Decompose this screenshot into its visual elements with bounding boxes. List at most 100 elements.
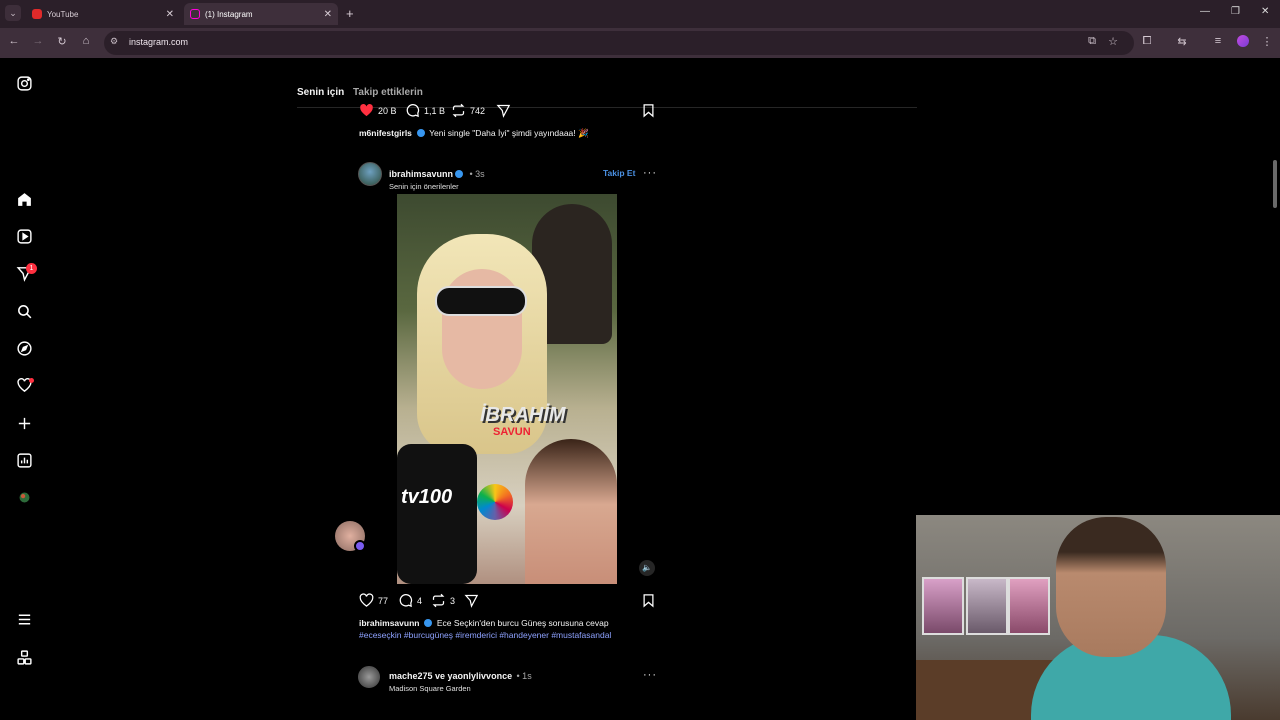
save-button[interactable] [641,593,660,608]
more-menu-icon[interactable] [15,610,33,628]
comment-button[interactable]: 1,1 B [405,103,445,118]
bookmark-star-icon[interactable]: ☆ [1105,35,1121,48]
address-bar[interactable]: ⚙ instagram.com [104,31,1134,55]
bookmark-icon [643,104,654,118]
reels-icon[interactable] [15,227,33,245]
menu-kebab-icon[interactable]: ⋮ [1259,35,1275,48]
more-options-icon[interactable]: ··· [643,167,657,179]
share-icon [464,594,479,608]
close-window-button[interactable]: ✕ [1261,6,1269,17]
post-time: • 3s [469,169,485,179]
streamer-head [1056,517,1166,657]
like-button[interactable]: 77 [359,593,388,608]
post-hashtags[interactable]: #eceseçkin #burcugüneş #iremderici #hand… [359,630,611,640]
tab-title: (1) Instagram [205,9,253,19]
comment-icon [406,104,420,118]
story-pin-icon [354,540,366,552]
comment-button[interactable]: 4 [398,593,422,608]
browser-toolbar: ← → ↻ ⌂ ⚙ instagram.com ⧉ ☆ ⧠ ⇆ ≡ ⋮ [0,28,1280,58]
search-icon[interactable] [15,302,33,320]
media-controls-icon[interactable]: ≡ [1210,35,1226,47]
video-microphone [397,444,477,584]
mute-toggle-icon[interactable]: 🔈 [639,560,655,576]
forward-button[interactable]: → [30,35,46,47]
profile-avatar[interactable] [1237,35,1249,47]
like-button[interactable]: 20 B [359,103,397,118]
reload-button[interactable]: ↻ [54,35,70,48]
scrollbar-thumb[interactable] [1273,160,1277,208]
like-count: 77 [378,595,389,606]
repost-button[interactable]: 742 [451,103,485,118]
close-icon[interactable]: ✕ [166,9,174,20]
back-button[interactable]: ← [6,35,22,47]
url-text: instagram.com [129,37,189,47]
tab-title: YouTube [47,9,79,19]
create-plus-icon[interactable] [15,414,33,432]
instagram-logo-icon[interactable] [15,74,33,92]
share-button[interactable] [496,103,515,118]
reel-video[interactable]: İBRAHİM SAVUN tv100 [397,194,617,584]
translate-icon[interactable]: ⇆ [1174,35,1190,48]
save-button[interactable] [641,103,660,118]
repost-button[interactable]: 3 [431,593,455,608]
verified-badge-icon [416,129,425,137]
repost-count: 3 [450,595,456,606]
restore-button[interactable]: ❐ [1231,6,1240,17]
post-caption: ibrahimsavunn Ece Seçkin'den burcu Güneş… [359,618,609,628]
tab-instagram[interactable]: (1) Instagram ✕ [184,3,338,25]
video-subject-sunglasses [435,286,527,316]
home-button[interactable]: ⌂ [78,35,94,47]
share-icon [496,104,511,118]
tab-following[interactable]: Takip ettiklerin [353,87,423,98]
close-icon[interactable]: ✕ [324,9,332,20]
new-tab-button[interactable]: + [346,6,354,21]
post-author-avatar[interactable] [358,162,382,186]
bookmark-icon [643,594,654,608]
tab-search-button[interactable]: ⌄ [5,5,21,21]
next-post-time: • 1s [516,671,532,681]
caption-text: Yeni single "Daha İyi" şimdi yayındaaa! … [429,128,589,138]
post-media[interactable]: İBRAHİM SAVUN tv100 🔈 [352,194,663,584]
video-inset-portrait [525,439,617,584]
youtube-icon [32,9,42,19]
next-post-avatar[interactable] [358,666,380,688]
caption-username[interactable]: m6nifestgirls [359,128,412,138]
activity-dot [29,378,34,383]
instagram-sidebar: 1 [0,58,60,688]
install-app-icon[interactable]: ⧉ [1084,35,1100,48]
share-button[interactable] [464,593,483,608]
tv100-logo: tv100 [401,486,453,508]
explore-compass-icon[interactable] [15,339,33,357]
tab-for-you[interactable]: Senin için [297,87,344,98]
browser-tab-bar: ⌄ YouTube ✕ (1) Instagram ✕ + — ❐ ✕ [0,0,1280,28]
heart-filled-icon [360,103,373,117]
caption-text: Ece Seçkin'den burcu Güneş sorusuna ceva… [436,618,609,628]
video-overlay-sub: SAVUN [493,426,531,438]
comment-count: 4 [417,595,423,606]
dashboard-icon[interactable] [15,451,33,469]
extensions-icon[interactable]: ⧠ [1139,35,1155,48]
post-header: ibrahimsavunn • 3s Senin için önerilenle… [389,164,485,191]
verified-badge-icon [424,619,433,627]
profile-avatar-icon[interactable] [15,488,33,506]
comment-icon [399,594,413,608]
home-icon[interactable] [15,190,33,208]
like-count: 20 B [378,105,397,116]
repost-count: 742 [470,105,486,116]
comment-count: 1,1 B [424,105,446,116]
post-username[interactable]: ibrahimsavunn [389,169,453,179]
site-info-icon[interactable]: ⚙ [110,36,118,47]
repost-icon [432,593,445,608]
next-post-location[interactable]: Madison Square Garden [389,684,532,693]
more-options-icon[interactable]: ··· [643,669,657,681]
minimize-button[interactable]: — [1200,6,1210,17]
follow-button[interactable]: Takip Et [603,168,635,178]
tab-youtube[interactable]: YouTube ✕ [26,3,180,25]
caption-username[interactable]: ibrahimsavunn [359,618,419,628]
wall-poster [1008,577,1050,635]
next-post-usernames[interactable]: mache275 ve yaonlylivvonce [389,671,512,681]
verified-badge-icon [455,170,464,178]
floating-story-avatar[interactable] [335,521,366,552]
wall-poster [966,577,1008,635]
also-from-meta-icon[interactable] [15,648,33,666]
